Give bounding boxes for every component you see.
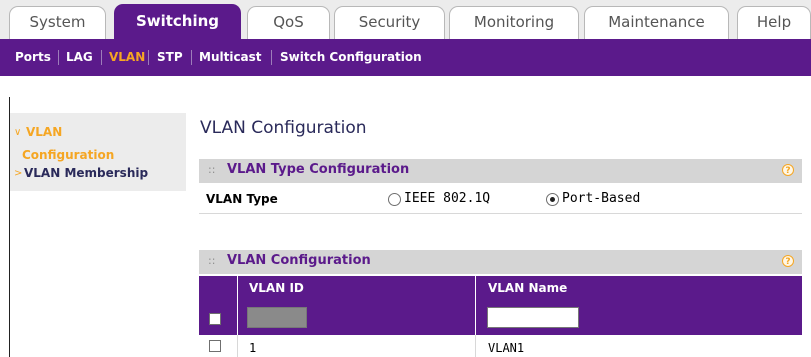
radio-selected-dot	[550, 197, 555, 202]
subnav-separator	[191, 50, 192, 65]
table-row: 1 VLAN1	[199, 335, 802, 357]
subnav-separator	[271, 50, 272, 65]
help-icon[interactable]: ?	[782, 164, 794, 176]
expanded-chevron-icon: ∨	[14, 127, 22, 138]
menu-item-vlan-membership[interactable]: VLAN Membership	[24, 166, 148, 180]
section-title: VLAN Type Configuration	[227, 162, 410, 177]
column-divider	[237, 335, 238, 357]
section-title: VLAN Configuration	[227, 253, 371, 268]
radio-port-based-label: Port-Based	[562, 191, 641, 206]
subnav-lag[interactable]: LAG	[66, 39, 93, 76]
tab-help[interactable]: Help	[737, 6, 811, 39]
arrow-right-icon: >	[14, 168, 23, 179]
tab-monitoring[interactable]: Monitoring	[449, 6, 579, 39]
column-header-vlan-name: VLAN Name	[488, 281, 568, 295]
subnav-multicast[interactable]: Multicast	[199, 39, 262, 76]
radio-ieee-8021q-label: IEEE 802.1Q	[404, 191, 491, 206]
left-menu: ∨ VLAN Configuration > VLAN Membership	[10, 113, 186, 191]
subnav-switch-configuration[interactable]: Switch Configuration	[280, 39, 422, 76]
column-divider	[475, 300, 476, 335]
help-icon[interactable]: ?	[782, 255, 794, 267]
subnav-separator	[101, 50, 102, 65]
radio-ieee-8021q[interactable]	[388, 193, 401, 206]
subnav-stp[interactable]: STP	[157, 39, 183, 76]
vlan-config-section-header: :: VLAN Configuration ?	[199, 250, 802, 274]
page-title: VLAN Configuration	[200, 118, 367, 138]
sub-navigation: Ports LAG VLAN STP Multicast Switch Conf…	[0, 39, 811, 76]
tab-switching[interactable]: Switching	[114, 4, 241, 40]
row-checkbox[interactable]	[209, 340, 221, 352]
vlan-name-input[interactable]	[487, 307, 579, 328]
menu-item-vlan-configuration-line2[interactable]: Configuration	[22, 148, 114, 162]
subnav-ports[interactable]: Ports	[15, 39, 51, 76]
tab-maintenance[interactable]: Maintenance	[584, 6, 729, 39]
vlan-id-input[interactable]	[247, 307, 307, 328]
subnav-separator	[148, 50, 149, 65]
tab-qos[interactable]: QoS	[247, 6, 330, 39]
vlan-type-label: VLAN Type	[206, 192, 278, 206]
vlan-id-cell: 1	[249, 341, 257, 355]
table-input-row	[199, 300, 802, 335]
select-all-checkbox[interactable]	[209, 313, 221, 325]
table-header: VLAN ID VLAN Name	[199, 276, 802, 300]
menu-item-vlan-configuration[interactable]: VLAN	[26, 125, 62, 139]
drag-dots-icon: ::	[208, 163, 216, 176]
column-divider	[475, 335, 476, 357]
column-divider	[237, 276, 238, 300]
vlan-type-section-header: :: VLAN Type Configuration ?	[199, 159, 802, 183]
subnav-vlan[interactable]: VLAN	[109, 39, 145, 76]
tab-system[interactable]: System	[9, 6, 106, 39]
column-divider	[237, 300, 238, 335]
row-divider	[199, 213, 802, 214]
radio-port-based[interactable]	[546, 193, 559, 206]
drag-dots-icon: ::	[208, 254, 216, 267]
main-tab-bar: System Switching QoS Security Monitoring…	[0, 0, 811, 40]
tab-security[interactable]: Security	[334, 6, 445, 39]
column-divider	[475, 276, 476, 300]
column-header-vlan-id: VLAN ID	[249, 281, 304, 295]
subnav-separator	[58, 50, 59, 65]
vlan-name-cell: VLAN1	[488, 341, 525, 355]
